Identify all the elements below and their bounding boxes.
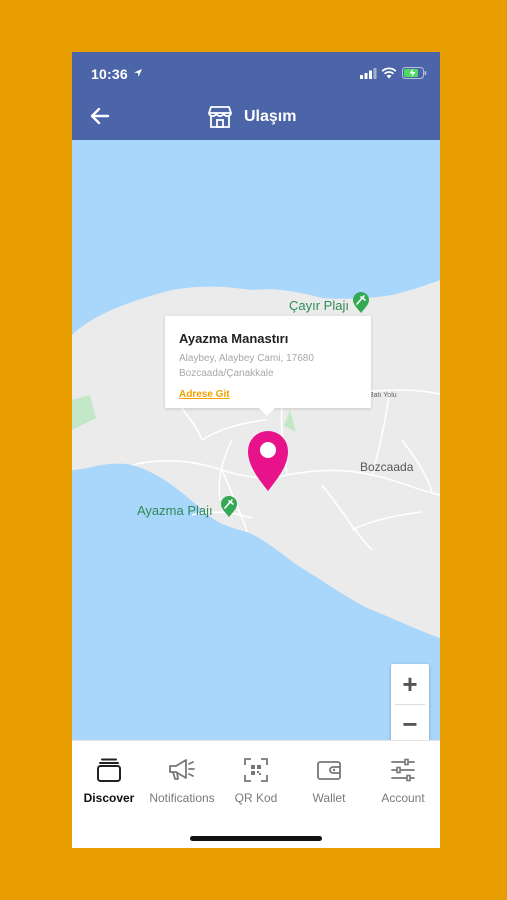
beach-poi-icon[interactable] [352,292,370,314]
callout-address: Alaybey, Alaybey Cami, 17680 Bozcaada/Ça… [179,353,314,379]
battery-charging-icon [402,67,427,79]
beach-poi-icon[interactable] [220,496,238,518]
wallet-icon [317,761,341,780]
status-bar: 10:36 [72,52,440,94]
location-pin-icon[interactable] [246,430,290,492]
zoom-out-button[interactable]: − [391,704,429,740]
callout-title: Ayazma Manastırı [179,331,289,346]
phone-screen: 10:36 Ulaşım Çayır Plajı Ayazma Plajı Bo… [72,52,440,848]
tab-label: Notifications [149,791,215,805]
tab-label: QR Kod [234,791,278,805]
map-view[interactable]: Çayır Plajı Ayazma Plajı Bozcaada Batı Y… [72,140,440,740]
road-label: Batı Yolu [369,392,397,399]
tab-bar: Discover Notifications QR Kod Wallet Acc… [72,740,440,848]
tab-label: Account [381,791,425,805]
status-time: 10:36 [91,66,128,82]
tab-qr-kod[interactable]: QR Kod [219,757,293,805]
cellular-signal-icon [360,68,377,79]
tab-label: Discover [83,791,135,805]
zoom-control: + − [391,664,429,740]
zoom-in-button[interactable]: + [391,664,429,704]
location-arrow-icon [134,69,142,77]
storefront-icon [208,106,232,128]
poi-label-cayir-plaji: Çayır Plajı [289,298,349,313]
stack-icon [97,758,121,782]
tab-notifications[interactable]: Notifications [145,757,219,805]
page-title: Ulaşım [244,108,297,125]
tab-discover[interactable]: Discover [72,757,146,805]
poi-label-ayazma-plaji: Ayazma Plajı [137,503,213,518]
wifi-icon [381,67,397,79]
tab-wallet[interactable]: Wallet [292,757,366,805]
town-label: Bozcaada [360,460,414,474]
qr-code-icon [244,758,268,782]
tab-label: Wallet [312,791,346,805]
tab-account[interactable]: Account [366,757,440,805]
nav-bar: Ulaşım [72,94,440,140]
home-indicator [190,836,322,841]
sliders-icon [391,758,415,782]
page-title-group: Ulaşım [207,94,296,140]
back-arrow-icon[interactable] [88,104,112,128]
location-callout: Ayazma Manastırı Alaybey, Alaybey Cami, … [165,316,371,416]
megaphone-icon [169,759,195,780]
go-to-address-link[interactable]: Adrese Git [179,389,230,400]
